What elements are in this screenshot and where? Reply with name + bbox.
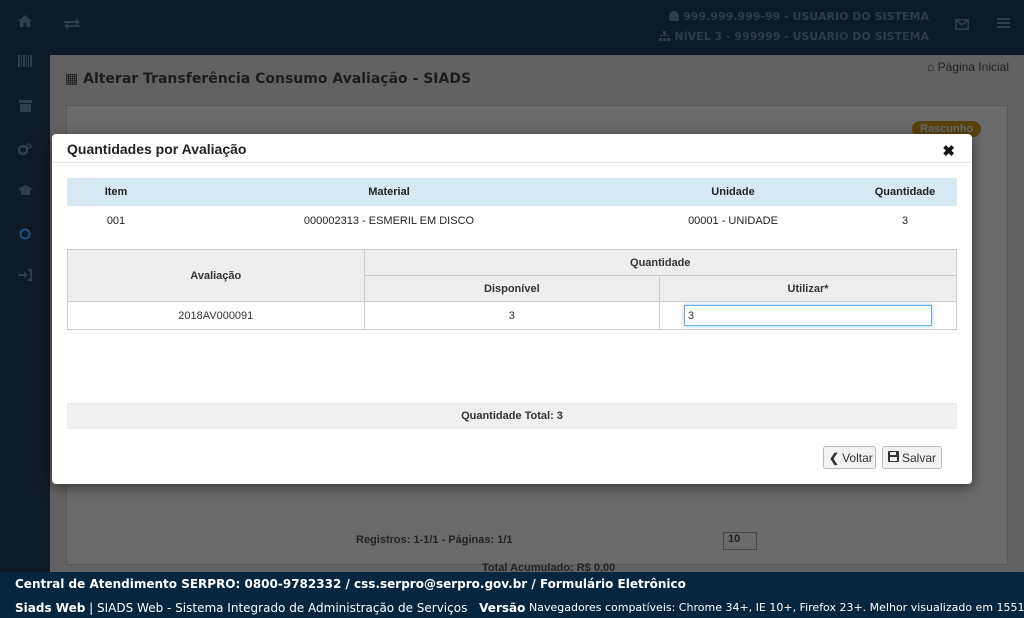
footer-brand: Siads Web <box>15 601 86 615</box>
item-table: Item Material Unidade Quantidade 001 000… <box>67 178 957 236</box>
column-header-disponivel: Disponível <box>363 275 661 302</box>
user-id-line: 999.999.999-99 - USUARIO DO SISTEMA <box>669 10 929 23</box>
graduation-cap-icon[interactable] <box>15 180 35 200</box>
sidebar-toggle-icon[interactable] <box>64 17 80 35</box>
close-icon[interactable]: ✖ <box>942 144 955 159</box>
column-header-material: Material <box>165 178 613 206</box>
barcode-icon[interactable] <box>15 51 35 71</box>
cogs-icon[interactable] <box>15 139 35 159</box>
user-icon <box>669 11 680 21</box>
table-row: 001 000002313 - ESMERIL EM DISCO 00001 -… <box>67 206 957 236</box>
footer-contact: Central de Atendimento SERPRO: 0800-9782… <box>15 577 686 591</box>
footer-system-line: Siads Web | SIADS Web - Sistema Integrad… <box>15 601 525 615</box>
column-header-item: Item <box>67 178 165 206</box>
page-size-select[interactable]: 10 <box>723 532 757 550</box>
footer-system-name: SIADS Web - Sistema Integrado de Adminis… <box>97 601 468 615</box>
circle-icon[interactable] <box>15 224 35 244</box>
page-title: ▦ Alterar Transferência Consumo Avaliaçã… <box>65 71 472 87</box>
pagination-text: Registros: 1-1/1 - Páginas: 1/1 <box>356 534 513 546</box>
avaliacao-table: Avaliação Quantidade Disponível Utilizar… <box>67 249 958 330</box>
cubes-icon: ▦ <box>65 71 79 87</box>
home-breadcrumb-link[interactable]: ⌂ Página Inicial <box>927 60 1009 74</box>
column-header-unidade: Unidade <box>613 178 853 206</box>
column-header-quantidade: Quantidade <box>853 178 957 206</box>
quantity-total-bar: Quantidade Total: 3 <box>67 403 957 429</box>
chevron-left-icon: ❮ <box>829 450 840 465</box>
cell-avaliacao: 2018AV000091 <box>67 301 365 330</box>
home-icon: ⌂ <box>927 60 935 74</box>
total-acumulado: Total Acumulado: R$ 0,00 <box>482 562 616 572</box>
user-level-line: NÍVEL 3 - 999999 - USUARIO DO SISTEMA <box>659 30 929 44</box>
save-button[interactable]: Salvar <box>882 446 942 469</box>
utilizar-quantity-input[interactable] <box>684 305 933 326</box>
column-header-avaliacao: Avaliação <box>67 249 365 302</box>
footer: Central de Atendimento SERPRO: 0800-9782… <box>0 572 1024 618</box>
sitemap-icon <box>659 31 671 44</box>
modal-title: Quantidades por Avaliação <box>67 141 247 157</box>
hamburger-menu-icon[interactable] <box>997 16 1010 34</box>
archive-icon[interactable] <box>15 96 35 116</box>
cell-unidade: 00001 - UNIDADE <box>688 215 778 227</box>
column-header-quantidade-group: Quantidade <box>363 249 958 276</box>
table-row: 2018AV000091 3 <box>67 301 957 330</box>
top-navbar: 999.999.999-99 - USUARIO DO SISTEMA NÍVE… <box>50 0 1024 55</box>
quantities-modal: Quantidades por Avaliação ✖ Item Materia… <box>52 134 972 484</box>
footer-separator: | <box>89 601 97 615</box>
modal-header: Quantidades por Avaliação ✖ <box>52 134 972 163</box>
envelope-icon[interactable] <box>955 17 969 34</box>
home-icon[interactable] <box>15 11 35 31</box>
cell-quantidade: 3 <box>901 215 909 227</box>
back-button[interactable]: ❮ Voltar <box>823 446 876 469</box>
floppy-disk-icon <box>888 450 899 465</box>
footer-browsers: Navegadores compatíveis: Chrome 34+, IE … <box>529 601 1024 614</box>
cell-material: 000002313 - ESMERIL EM DISCO <box>303 215 475 227</box>
footer-version-label: Versão <box>479 601 526 615</box>
cell-disponivel: 3 <box>363 301 661 330</box>
cell-item: 001 <box>106 215 126 227</box>
column-header-utilizar: Utilizar* <box>659 275 957 302</box>
sign-in-icon[interactable] <box>15 265 35 285</box>
sidebar <box>0 0 50 572</box>
cell-utilizar <box>659 301 957 330</box>
